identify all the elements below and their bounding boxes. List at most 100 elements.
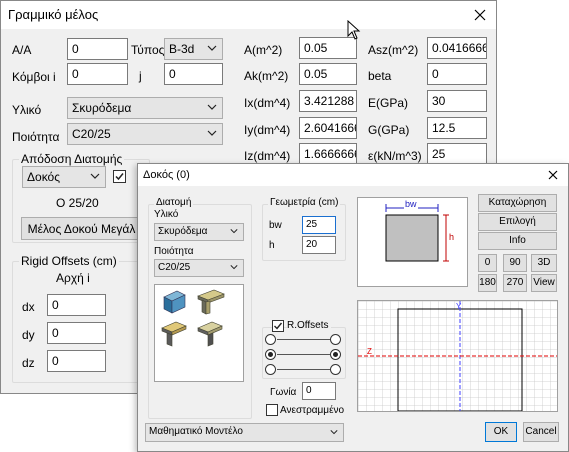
offset-mid-right-radio[interactable] [330, 349, 341, 360]
prop-iy-field[interactable]: 2.6041666 [299, 117, 357, 139]
rigid-offsets-title: Rigid Offsets (cm) [19, 254, 119, 268]
type-select-value: B-3d [169, 42, 195, 56]
inverted-checkbox[interactable] [266, 404, 278, 416]
offset-top-right-radio[interactable] [330, 334, 341, 345]
z-axis-label: Z [367, 347, 372, 356]
cursor-icon [347, 20, 361, 40]
prop-g-field[interactable]: 12.5 [427, 117, 487, 139]
node-i-field[interactable]: 0 [67, 63, 128, 85]
angle-field[interactable]: 0 [302, 382, 336, 400]
section-assignment-title: Απόδοση Διατομής [19, 152, 125, 166]
material-select[interactable]: Σκυρόδεμα [67, 97, 223, 119]
l-beam-right-thumbnail[interactable] [195, 319, 225, 349]
model-select[interactable]: Μαθηματικό Μοντέλο [145, 423, 344, 442]
prop-label-beta: beta [368, 69, 392, 83]
view-button[interactable]: View [531, 274, 557, 292]
section-thumbnails-panel [154, 284, 244, 382]
aa-field[interactable]: 0 [67, 38, 128, 60]
quality-label: Ποιότητα [12, 130, 60, 144]
node-j-label: j [139, 69, 142, 83]
cancel-button[interactable]: Cancel [523, 422, 559, 442]
offset-mid-left-radio[interactable] [265, 349, 276, 360]
quality-select[interactable]: C20/25 [67, 123, 223, 145]
chevron-down-icon [207, 130, 217, 136]
dialog-material-select[interactable]: Σκυρόδεμα [154, 223, 244, 241]
info-button[interactable]: Info [478, 232, 557, 250]
checkmark-icon [115, 173, 124, 181]
axis-grid-preview: Y Z [357, 300, 558, 412]
close-icon[interactable] [473, 8, 487, 22]
dz-label: dz [22, 356, 35, 370]
prop-beta-field[interactable]: 0 [427, 63, 487, 85]
prop-label-g: G(GPa) [368, 123, 410, 137]
nodes-label: Κόμβοι i [12, 70, 56, 84]
axis-grid-drawing [358, 301, 557, 411]
prop-asz-field[interactable]: 0.0416666 [427, 37, 487, 59]
bw-dimension-label: bw [404, 199, 418, 209]
beam-dialog-titlebar: Δοκός (0) [138, 164, 568, 186]
main-titlebar: Γραμμικό μέλος [1, 1, 496, 29]
quality-select-value: C20/25 [72, 127, 111, 141]
prop-ix-field[interactable]: 3.421288 [299, 90, 357, 112]
inverted-label: Ανεστραμμένο [280, 405, 345, 416]
dialog-section-title: Διατομή [154, 197, 194, 208]
beam-section-rect [385, 214, 439, 262]
prop-label-density: ε(kN/m^3) [368, 149, 422, 163]
prop-label-ix: Ix(dm^4) [244, 96, 291, 110]
chevron-down-icon [230, 265, 238, 270]
close-icon[interactable] [547, 169, 559, 181]
main-window-title: Γραμμικό μέλος [8, 7, 99, 22]
dy-label: dy [22, 328, 35, 342]
r-offsets-checkbox[interactable] [272, 320, 284, 332]
dy-field[interactable]: 0 [47, 322, 106, 344]
section-type-select[interactable]: Δοκός [22, 166, 106, 188]
offset-mid-line [277, 354, 330, 355]
view-90-button[interactable]: 90 [503, 254, 527, 272]
dialog-material-value: Σκυρόδεμα [158, 226, 208, 237]
prop-label-asz: Asz(m^2) [368, 43, 419, 57]
view-180-button[interactable]: 180 [478, 274, 497, 292]
view-270-button[interactable]: 270 [503, 274, 527, 292]
chevron-down-icon [330, 430, 338, 435]
dialog-quality-select[interactable]: C20/25 [154, 259, 244, 277]
dx-field[interactable]: 0 [47, 294, 106, 316]
node-j-field[interactable]: 0 [164, 63, 223, 85]
select-button[interactable]: Επιλογή [478, 213, 557, 231]
l-beam-left-thumbnail[interactable] [159, 319, 189, 349]
prop-label-area: A(m^2) [244, 43, 283, 57]
prop-label-iz: Iz(dm^4) [244, 149, 291, 163]
prop-area-field[interactable]: 0.05 [299, 37, 357, 59]
model-select-value: Μαθηματικό Μοντέλο [149, 426, 243, 437]
view-3d-button[interactable]: 3D [531, 254, 557, 272]
section-name: Ο 25/20 [56, 196, 99, 210]
t-beam-thumbnail[interactable] [195, 287, 227, 317]
chevron-down-icon [90, 173, 100, 179]
beam-section-thumbnail-1[interactable] [159, 287, 189, 317]
material-select-value: Σκυρόδεμα [72, 101, 132, 115]
beam-dialog-title: Δοκός (0) [143, 169, 190, 181]
view-0-button[interactable]: 0 [478, 254, 497, 272]
register-button[interactable]: Καταχώρηση [478, 194, 557, 212]
chevron-down-icon [207, 104, 217, 110]
material-label: Υλικό [12, 103, 42, 117]
prop-ak-field[interactable]: 0.05 [299, 63, 357, 85]
ok-button[interactable]: OK [485, 422, 517, 442]
geometry-title: Γεωμετρία (cm) [268, 197, 341, 208]
type-select[interactable]: B-3d [164, 38, 223, 60]
section-preview: bw h [357, 197, 468, 287]
h-field[interactable]: 20 [302, 236, 336, 254]
dialog-material-label: Υλικό [154, 209, 179, 220]
prop-iz-field[interactable]: 1.6666666 [299, 143, 357, 165]
prop-density-field[interactable]: 25 [427, 143, 487, 165]
section-checkbox[interactable] [113, 170, 126, 183]
h-label: h [269, 240, 275, 251]
bw-field[interactable]: 25 [302, 216, 336, 234]
dx-label: dx [22, 300, 35, 314]
prop-e-field[interactable]: 30 [427, 90, 487, 112]
offset-top-left-radio[interactable] [265, 334, 276, 345]
dz-field[interactable]: 0 [47, 350, 106, 372]
offset-bottom-left-radio[interactable] [265, 364, 276, 375]
beam-member-button[interactable]: Μέλος Δοκού Μεγάλ [21, 217, 142, 240]
offset-bottom-right-radio[interactable] [330, 364, 341, 375]
rigid-start-label: Αρχή i [56, 271, 90, 285]
